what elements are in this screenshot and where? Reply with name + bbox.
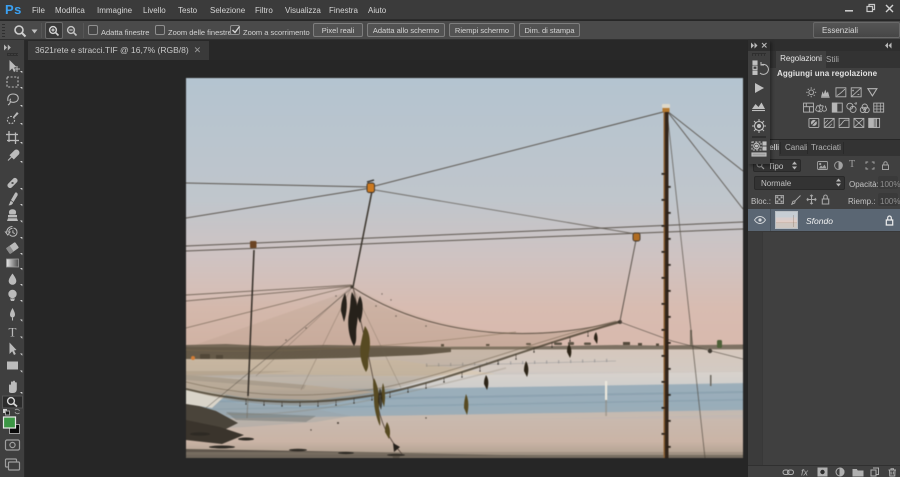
svg-text:T: T xyxy=(9,325,17,340)
svg-text:fx: fx xyxy=(801,468,809,477)
